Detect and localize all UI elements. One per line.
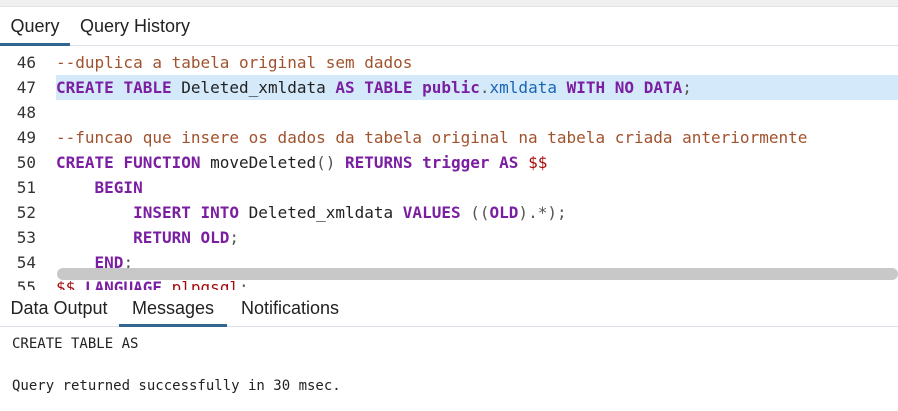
code-line: INSERT INTO Deleted_xmldata VALUES ((OLD… bbox=[133, 203, 567, 222]
line-number: 50 bbox=[16, 153, 36, 172]
messages-panel: CREATE TABLE AS Query returned successfu… bbox=[12, 327, 898, 411]
tab-query[interactable]: Query bbox=[0, 7, 70, 46]
query-tab-bar: Query Query History bbox=[0, 7, 898, 46]
line-number: 54 bbox=[16, 253, 36, 272]
line-number: 46 bbox=[16, 53, 36, 72]
line-number: 52 bbox=[16, 203, 36, 222]
tab-notifications[interactable]: Notifications bbox=[228, 290, 352, 326]
tab-data-output[interactable]: Data Output bbox=[0, 290, 118, 326]
line-number: 51 bbox=[16, 178, 36, 197]
line-number: 55 bbox=[16, 278, 36, 290]
code-line: --duplica a tabela original sem dados bbox=[56, 53, 413, 72]
line-number: 53 bbox=[16, 228, 36, 247]
message-text: CREATE TABLE AS bbox=[12, 336, 139, 352]
code-line: --funcao que insere os dados da tabela o… bbox=[56, 128, 808, 147]
code-line: BEGIN bbox=[94, 178, 143, 197]
sql-editor[interactable]: 46 47 48 49 50 51 52 53 54 55 --duplica … bbox=[0, 46, 898, 290]
line-number: 48 bbox=[16, 103, 36, 122]
result-tab-bar: Data Output Messages Notifications bbox=[0, 290, 898, 327]
top-toolbar-strip bbox=[0, 0, 898, 7]
line-number: 47 bbox=[16, 78, 36, 97]
code-line: CREATE FUNCTION moveDeleted() RETURNS tr… bbox=[56, 153, 548, 172]
tab-messages[interactable]: Messages bbox=[119, 290, 227, 327]
message-text: Query returned successfully in 30 msec. bbox=[12, 378, 341, 394]
code-line: CREATE TABLE Deleted_xmldata AS TABLE pu… bbox=[56, 75, 898, 100]
line-number-gutter: 46 47 48 49 50 51 52 53 54 55 bbox=[0, 46, 44, 290]
line-number: 49 bbox=[16, 128, 36, 147]
tab-query-history[interactable]: Query History bbox=[72, 7, 198, 45]
horizontal-scrollbar[interactable] bbox=[57, 268, 898, 280]
code-line: RETURN OLD; bbox=[133, 228, 240, 247]
code-area[interactable]: --duplica a tabela original sem dados CR… bbox=[56, 46, 898, 290]
